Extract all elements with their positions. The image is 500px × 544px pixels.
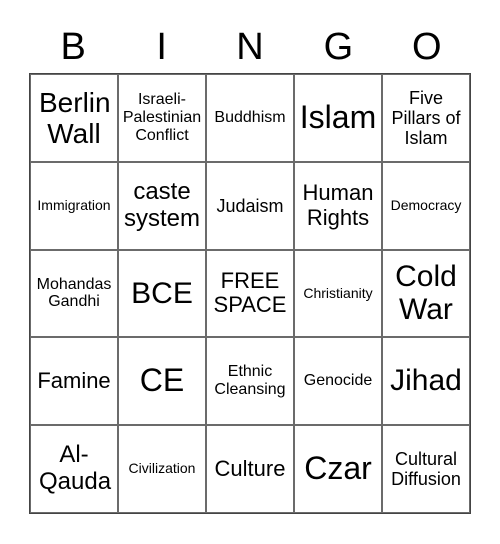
bingo-cell[interactable]: Al-Qauda xyxy=(30,425,118,513)
bingo-cell[interactable]: Culture xyxy=(206,425,294,513)
header-letter-g: G xyxy=(323,26,354,68)
header-letter-i: I xyxy=(156,26,167,68)
cell-text: Czar xyxy=(304,450,372,487)
header-letter-o: O xyxy=(412,26,442,68)
bingo-cell[interactable]: Mohandas Gandhi xyxy=(30,249,118,338)
cell-text: CE xyxy=(139,362,185,399)
bingo-cell[interactable]: Famine xyxy=(30,337,118,426)
bingo-cell[interactable]: Judaism xyxy=(206,161,294,250)
bingo-board: Berlin Wall Israeli-Palestinian Conflict… xyxy=(29,73,471,514)
cell-text: Mohandas Gandhi xyxy=(36,275,112,311)
bingo-cell[interactable]: Christianity xyxy=(294,249,382,338)
bingo-cell[interactable]: Buddhism xyxy=(206,74,294,162)
cell-text: Cultural Diffusion xyxy=(391,448,461,490)
cell-text: BCE xyxy=(131,276,193,310)
bingo-cell[interactable]: Islam xyxy=(294,74,382,162)
cell-text: Civilization xyxy=(128,460,196,477)
cell-text: Berlin Wall xyxy=(39,86,111,149)
cell-text: Islam xyxy=(299,98,377,135)
cell-text: Al-Qauda xyxy=(39,441,112,496)
cell-text: Culture xyxy=(214,455,286,481)
cell-text: Genocide xyxy=(303,372,373,390)
bingo-cell[interactable]: Israeli-Palestinian Conflict xyxy=(118,74,206,162)
bingo-cell[interactable]: Immigration xyxy=(30,161,118,250)
bingo-cell[interactable]: CE xyxy=(118,337,206,426)
bingo-header: B I N G O xyxy=(29,24,471,70)
bingo-cell[interactable]: Ethnic Cleansing xyxy=(206,337,294,426)
cell-text: Israeli-Palestinian Conflict xyxy=(122,91,202,144)
bingo-cell[interactable]: Human Rights xyxy=(294,161,382,250)
header-letter-n: N xyxy=(236,26,264,68)
bingo-cell[interactable]: caste system xyxy=(118,161,206,250)
bingo-cell[interactable]: Czar xyxy=(294,425,382,513)
cell-text: Democracy xyxy=(390,196,462,213)
cell-text: Jihad xyxy=(390,364,462,398)
bingo-cell[interactable]: Genocide xyxy=(294,337,382,426)
bingo-cell[interactable]: Civilization xyxy=(118,425,206,513)
bingo-cell[interactable]: Cultural Diffusion xyxy=(382,425,470,513)
bingo-cell[interactable]: Berlin Wall xyxy=(30,74,118,162)
cell-text: Ethnic Cleansing xyxy=(214,363,286,399)
cell-text: Judaism xyxy=(216,195,284,216)
cell-text: Five Pillars of Islam xyxy=(391,87,461,148)
bingo-cell[interactable]: FREE SPACE xyxy=(206,249,294,338)
cell-text: caste system xyxy=(123,177,200,232)
cell-text: Christianity xyxy=(303,284,373,301)
bingo-cell[interactable]: Democracy xyxy=(382,161,470,250)
cell-text: Human Rights xyxy=(302,180,374,230)
bingo-cell[interactable]: Jihad xyxy=(382,337,470,426)
cell-text: Cold War xyxy=(395,259,457,327)
bingo-cell[interactable]: Cold War xyxy=(382,249,470,338)
cell-text: FREE SPACE xyxy=(213,267,287,318)
header-letter-b: B xyxy=(60,26,86,68)
bingo-cell[interactable]: Five Pillars of Islam xyxy=(382,74,470,162)
cell-text: Buddhism xyxy=(214,108,286,126)
cell-text: Immigration xyxy=(37,196,111,213)
bingo-cell[interactable]: BCE xyxy=(118,249,206,338)
cell-text: Famine xyxy=(37,367,111,393)
